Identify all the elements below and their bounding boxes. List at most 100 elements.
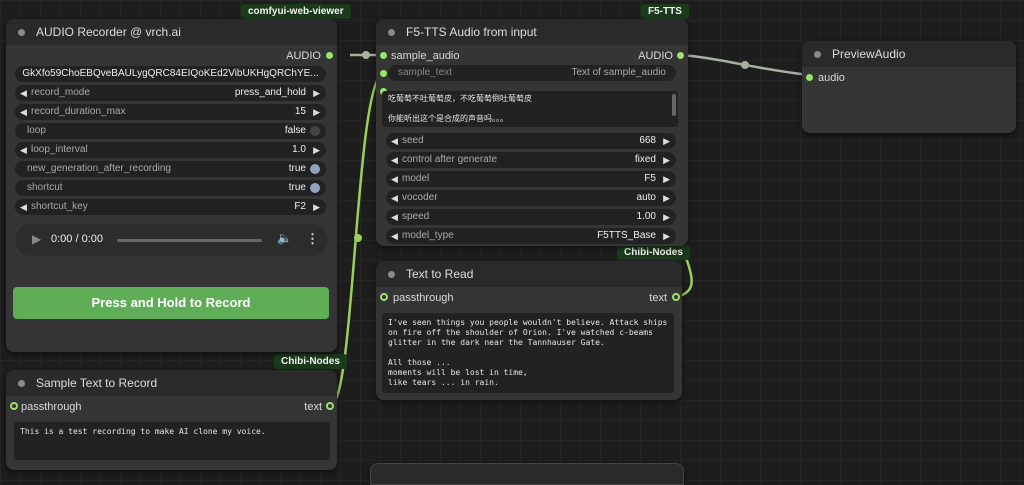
scrollbar[interactable]: [672, 94, 676, 116]
gen-text-area[interactable]: 吃葡萄不吐葡萄皮，不吃葡萄倒吐葡萄皮 你能听出这个是合成的声音吗。。。: [382, 91, 678, 127]
input-sample-audio-slot[interactable]: [380, 52, 387, 59]
widget-label: seed: [402, 135, 424, 146]
input-passthrough-slot[interactable]: [380, 293, 388, 301]
output-text-slot[interactable]: [326, 402, 334, 410]
arrow-right-icon[interactable]: ▶: [313, 199, 320, 215]
input-audio-slot[interactable]: [806, 74, 813, 81]
sample-text-input-widget[interactable]: sample_text Text of sample_audio: [388, 65, 676, 81]
record-mode-combo[interactable]: ◀ record_mode press_and_hold ▶: [15, 85, 326, 101]
node-header[interactable]: Text to Read: [376, 261, 682, 287]
record-button[interactable]: Press and Hold to Record: [13, 287, 329, 319]
badge-chibi-nodes: Chibi-Nodes: [274, 354, 347, 369]
arrow-right-icon[interactable]: ▶: [663, 171, 670, 187]
vocoder-combo[interactable]: ◀ vocoder auto ▶: [386, 190, 676, 206]
record-duration-max-number[interactable]: ◀ record_duration_max 15 ▶: [15, 104, 326, 120]
arrow-left-icon[interactable]: ◀: [20, 142, 27, 158]
collapse-dot-icon[interactable]: [388, 271, 395, 278]
arrow-right-icon[interactable]: ▶: [313, 104, 320, 120]
node-header[interactable]: F5-TTS Audio from input: [376, 19, 688, 45]
arrow-right-icon[interactable]: ▶: [663, 209, 670, 225]
badge-f5-tts: F5-TTS: [641, 4, 689, 19]
arrow-left-icon[interactable]: ◀: [20, 199, 27, 215]
output-audio-label: AUDIO: [286, 50, 321, 62]
arrow-right-icon[interactable]: ▶: [663, 133, 670, 149]
input-sample-audio-label: sample_audio: [391, 50, 460, 62]
base64-data-field[interactable]: GkXfo59ChoEBQveBAULygQRC84EIQoKEd2VibUKH…: [15, 66, 326, 82]
node-header[interactable]: Sample Text to Record: [6, 370, 337, 396]
node-text-to-read[interactable]: Text to Read passthrough text I've seen …: [376, 261, 682, 400]
play-icon[interactable]: ▶: [32, 232, 41, 246]
input-passthrough-label: passthrough: [393, 292, 454, 304]
sample-text-area[interactable]: This is a test recording to make AI clon…: [14, 422, 330, 460]
node-sample-text[interactable]: Sample Text to Record passthrough text T…: [6, 370, 337, 470]
widget-value: 1.0: [292, 144, 306, 155]
widget-value: F5TTS_Base: [597, 230, 656, 241]
player-seek-bar[interactable]: [117, 239, 262, 242]
node-header[interactable]: AUDIO Recorder @ vrch.ai: [6, 19, 337, 45]
volume-icon[interactable]: 🔈: [277, 231, 292, 245]
collapse-dot-icon[interactable]: [18, 29, 25, 36]
widget-value: true: [288, 163, 306, 174]
badge-chibi-nodes: Chibi-Nodes: [617, 245, 690, 260]
wire-reroute-dot: [741, 61, 749, 69]
output-audio-slot[interactable]: [677, 52, 684, 59]
input-passthrough-label: passthrough: [21, 401, 82, 413]
arrow-left-icon[interactable]: ◀: [20, 85, 27, 101]
widget-label: loop_interval: [31, 144, 88, 155]
arrow-right-icon[interactable]: ▶: [663, 228, 670, 244]
text-to-read-area[interactable]: I've seen things you people wouldn't bel…: [382, 313, 674, 393]
arrow-right-icon[interactable]: ▶: [313, 142, 320, 158]
widget-hint: Text of sample_audio: [571, 67, 666, 78]
speed-number[interactable]: ◀ speed 1.00 ▶: [386, 209, 676, 225]
node-title: AUDIO Recorder @ vrch.ai: [36, 25, 181, 39]
new-generation-toggle[interactable]: new_generation_after_recording true: [15, 161, 326, 177]
collapse-dot-icon[interactable]: [814, 51, 821, 58]
widget-label: new_generation_after_recording: [27, 163, 171, 174]
toggle-knob-icon: [310, 164, 320, 174]
shortcut-toggle[interactable]: shortcut true: [15, 180, 326, 196]
arrow-left-icon[interactable]: ◀: [391, 228, 398, 244]
node-title: Sample Text to Record: [36, 376, 158, 390]
loop-toggle[interactable]: loop false: [15, 123, 326, 139]
audio-player[interactable]: ▶ 0:00 / 0:00 🔈 ⋮: [15, 224, 328, 256]
output-audio-label: AUDIO: [638, 50, 673, 62]
arrow-left-icon[interactable]: ◀: [391, 133, 398, 149]
node-offscreen[interactable]: [370, 463, 684, 485]
arrow-left-icon[interactable]: ◀: [391, 209, 398, 225]
node-f5-tts[interactable]: F5-TTS Audio from input sample_audio AUD…: [376, 19, 688, 246]
arrow-left-icon[interactable]: ◀: [391, 171, 398, 187]
model-type-combo[interactable]: ◀ model_type F5TTS_Base ▶: [386, 228, 676, 244]
widget-value: false: [284, 125, 306, 136]
node-title: PreviewAudio: [832, 47, 906, 61]
input-passthrough-slot[interactable]: [10, 402, 18, 410]
control-after-generate-combo[interactable]: ◀ control after generate fixed ▶: [386, 152, 676, 168]
shortcut-key-combo[interactable]: ◀ shortcut_key F2 ▶: [15, 199, 326, 215]
node-header[interactable]: PreviewAudio: [802, 41, 1016, 67]
collapse-dot-icon[interactable]: [18, 380, 25, 387]
output-text-slot[interactable]: [672, 293, 680, 301]
widget-label: shortcut_key: [31, 201, 88, 212]
widget-value: 15: [294, 106, 306, 117]
menu-dots-icon[interactable]: ⋮: [306, 231, 319, 247]
widget-label: model_type: [402, 230, 454, 241]
widget-label: shortcut: [27, 182, 63, 193]
widget-value: F2: [294, 201, 306, 212]
arrow-right-icon[interactable]: ▶: [663, 152, 670, 168]
widget-value: true: [288, 182, 306, 193]
arrow-left-icon[interactable]: ◀: [391, 190, 398, 206]
arrow-right-icon[interactable]: ▶: [313, 85, 320, 101]
output-text-label: text: [649, 292, 667, 304]
seed-number[interactable]: ◀ seed 668 ▶: [386, 133, 676, 149]
node-audio-recorder[interactable]: AUDIO Recorder @ vrch.ai AUDIO GkXfo59Ch…: [6, 19, 337, 352]
loop-interval-number[interactable]: ◀ loop_interval 1.0 ▶: [15, 142, 326, 158]
node-title: Text to Read: [406, 267, 474, 281]
node-preview-audio[interactable]: PreviewAudio audio: [802, 41, 1016, 133]
model-combo[interactable]: ◀ model F5 ▶: [386, 171, 676, 187]
arrow-right-icon[interactable]: ▶: [663, 190, 670, 206]
arrow-left-icon[interactable]: ◀: [20, 104, 27, 120]
collapse-dot-icon[interactable]: [388, 29, 395, 36]
input-sample-text-slot[interactable]: [380, 70, 387, 77]
output-audio-slot[interactable]: [326, 52, 333, 59]
player-time: 0:00 / 0:00: [51, 233, 103, 245]
arrow-left-icon[interactable]: ◀: [391, 152, 398, 168]
